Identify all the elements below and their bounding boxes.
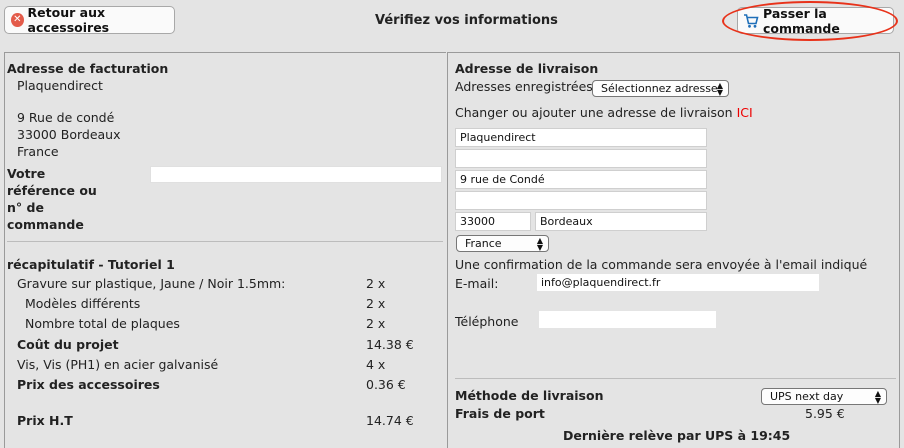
shipping-zip-input[interactable]: 33000 (455, 212, 531, 231)
reference-label-line4: commande (7, 217, 84, 232)
saved-addresses-label: Adresses enregistrées (455, 79, 593, 94)
shipping-heading: Adresse de livraison (455, 61, 599, 76)
ups-pickup-text: Dernière relève par UPS à 19:45 (563, 428, 791, 443)
saved-addresses-select[interactable]: Sélectionnez adresse ▲ ▼ (592, 80, 729, 97)
change-address-link[interactable]: ICI (737, 105, 753, 120)
total-price-label: Prix H.T (17, 413, 73, 428)
back-button-label: Retour aux accessoires (27, 5, 110, 35)
phone-label: Téléphone (455, 314, 519, 329)
shipping-fee-value: 5.95 € (805, 406, 845, 421)
shipping-city-input[interactable]: Bordeaux (535, 212, 707, 231)
summary-row-label: Prix des accessoires (17, 377, 160, 392)
billing-company: Plaquendirect (17, 78, 103, 93)
billing-city: 33000 Bordeaux (17, 127, 121, 142)
email-label: E-mail: (455, 276, 499, 291)
summary-row-value: 4 x (366, 357, 386, 372)
shipping-fee-label: Frais de port (455, 406, 545, 421)
reference-input[interactable] (150, 166, 442, 183)
summary-heading: récapitulatif - Tutoriel 1 (7, 257, 175, 272)
country-select-value: France (465, 237, 502, 250)
billing-country: France (17, 144, 59, 159)
delivery-method-label: Méthode de livraison (455, 388, 604, 403)
phone-input[interactable] (538, 310, 717, 329)
summary-row-label: Vis, Vis (PH1) en acier galvanisé (17, 357, 219, 372)
billing-heading: Adresse de facturation (7, 61, 169, 76)
change-address-text: Changer ou ajouter une adresse de livrai… (455, 105, 753, 120)
reference-label-line3: n° de (7, 200, 44, 215)
saved-addresses-value: Sélectionnez adresse (601, 82, 718, 95)
billing-street: 9 Rue de condé (17, 110, 115, 125)
select-arrows-icon: ▲ ▼ (874, 389, 881, 405)
summary-row-value: 0.36 € (366, 377, 406, 392)
shipping-line4-input[interactable] (455, 191, 707, 210)
summary-row-value: 2 x (366, 276, 386, 291)
delivery-method-select[interactable]: UPS next day ▲ ▼ (761, 388, 887, 405)
highlight-ellipse (722, 1, 898, 41)
reference-label-line2: référence ou (7, 183, 97, 198)
select-arrows-icon: ▲ ▼ (716, 81, 723, 97)
summary-row-label: Coût du projet (17, 337, 119, 352)
email-input[interactable]: info@plaquendirect.fr (536, 273, 820, 292)
shipping-line3-input[interactable]: 9 rue de Condé (455, 170, 707, 189)
billing-divider (7, 241, 443, 242)
summary-row-label: Modèles différents (25, 296, 141, 311)
shipping-line1-input[interactable]: Plaquendirect (455, 128, 707, 147)
total-price-value: 14.74 € (366, 413, 414, 428)
summary-row-label: Gravure sur plastique, Jaune / Noir 1.5m… (17, 276, 286, 291)
summary-row-value: 2 x (366, 296, 386, 311)
confirmation-text: Une confirmation de la commande sera env… (455, 257, 868, 272)
summary-row-value: 14.38 € (366, 337, 414, 352)
shipping-line2-input[interactable] (455, 149, 707, 168)
summary-row-value: 2 x (366, 316, 386, 331)
country-select[interactable]: France ▲ ▼ (456, 235, 549, 252)
back-to-accessories-button[interactable]: ✕ Retour aux accessoires (4, 5, 175, 35)
reference-label-line1: Votre (7, 166, 46, 181)
delivery-method-value: UPS next day (770, 390, 844, 403)
select-arrows-icon: ▲ ▼ (536, 236, 543, 252)
page-title: Vérifiez vos informations (375, 13, 558, 28)
close-icon: ✕ (11, 13, 24, 27)
summary-row-label: Nombre total de plaques (25, 316, 180, 331)
shipping-divider (455, 378, 896, 379)
